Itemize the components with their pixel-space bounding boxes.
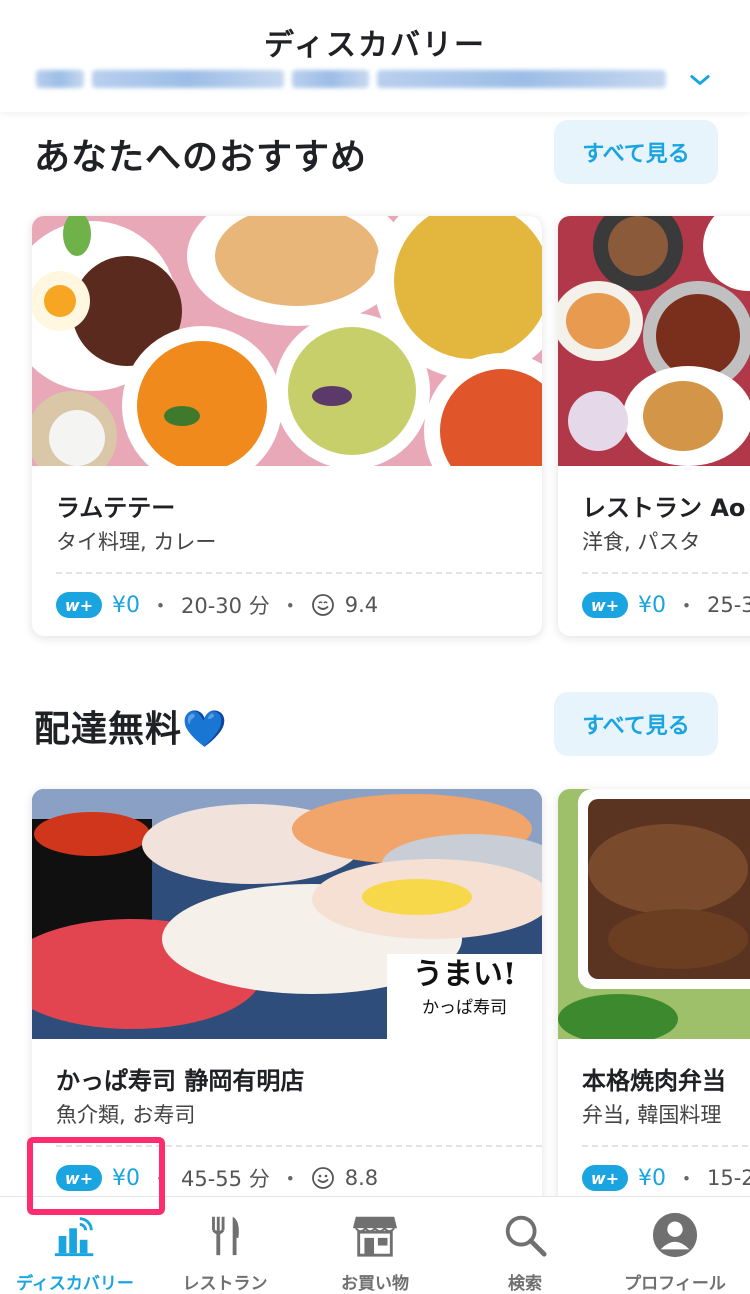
page-title: ディスカバリー <box>264 28 486 63</box>
restaurant-photo: うまい! かっぱ寿司 <box>32 789 542 1039</box>
nav-item-profile[interactable]: プロフィール <box>600 1197 750 1294</box>
divider <box>582 572 750 574</box>
rating: 8.8 <box>344 1166 379 1190</box>
restaurant-categories: 魚介類, お寿司 <box>56 1103 196 1127</box>
delivery-info: w+ ¥0 ・ 15-2 <box>582 1163 750 1193</box>
see-all-button[interactable]: すべて見る <box>554 692 718 756</box>
nav-label: お買い物 <box>341 1274 409 1294</box>
separator-dot: ・ <box>676 594 697 618</box>
restaurant-photo <box>558 216 750 466</box>
restaurant-name: レストラン Ao <box>582 494 746 522</box>
logo-slogan: うまい! <box>412 957 517 992</box>
delivery-time: 20-30 分 <box>181 594 270 618</box>
restaurant-photo <box>32 216 542 466</box>
nav-label: ディスカバリー <box>16 1274 134 1294</box>
discovery-icon <box>54 1217 94 1257</box>
rating: 9.4 <box>344 593 379 617</box>
separator-dot: ・ <box>676 1167 697 1191</box>
restaurant-categories: 弁当, 韓国料理 <box>582 1103 722 1127</box>
delivery-time: 25-3 <box>707 593 750 617</box>
nav-label: 検索 <box>508 1274 542 1294</box>
fork-knife-icon <box>212 1216 239 1256</box>
chevron-down-icon[interactable] <box>686 66 714 94</box>
divider <box>56 572 542 574</box>
divider <box>582 1145 750 1147</box>
restaurant-card[interactable]: レストラン Ao 洋食, パスタ w+ ¥0 ・ 25-3 <box>558 216 750 636</box>
wolt-plus-badge: w+ <box>582 1165 628 1191</box>
restaurant-name: 本格焼肉弁当 <box>582 1067 726 1095</box>
nav-label: レストラン <box>182 1274 268 1294</box>
restaurant-card[interactable]: 本格焼肉弁当 弁当, 韓国料理 w+ ¥0 ・ 15-2 <box>558 789 750 1209</box>
see-all-button[interactable]: すべて見る <box>554 120 718 184</box>
smiley-icon <box>311 594 334 616</box>
wolt-plus-badge: w+ <box>582 592 628 618</box>
restaurant-categories: 洋食, パスタ <box>582 530 701 554</box>
delivery-info: w+ ¥0 ・ 20-30 分 ・ 9.4 <box>56 590 378 620</box>
delivery-fee: ¥0 <box>112 592 140 618</box>
profile-icon <box>652 1212 698 1258</box>
logo-brand: かっぱ寿司 <box>422 998 507 1018</box>
separator-dot: ・ <box>279 1167 301 1191</box>
search-icon <box>505 1215 547 1257</box>
restaurant-photo <box>558 789 750 1039</box>
delivery-fee: ¥0 <box>638 592 666 618</box>
restaurant-card[interactable]: ラムテテー タイ料理, カレー w+ ¥0 ・ 20-30 分 ・ 9.4 <box>32 216 542 636</box>
kappa-sushi-logo: うまい! かっぱ寿司 <box>389 956 540 1037</box>
nav-label: プロフィール <box>624 1274 726 1294</box>
top-header: ディスカバリー <box>0 0 750 112</box>
nav-item-restaurants[interactable]: レストラン <box>150 1197 300 1294</box>
delivery-info: w+ ¥0 ・ 25-3 <box>582 590 750 620</box>
restaurant-categories: タイ料理, カレー <box>56 530 217 554</box>
section-title-free-delivery: 配達無料💙 <box>34 709 228 750</box>
nav-item-search[interactable]: 検索 <box>450 1197 600 1294</box>
separator-dot: ・ <box>150 594 171 618</box>
delivery-fee: ¥0 <box>638 1165 666 1191</box>
nav-item-shopping[interactable]: お買い物 <box>300 1197 450 1294</box>
restaurant-name: かっぱ寿司 静岡有明店 <box>56 1067 305 1095</box>
delivery-time: 15-2 <box>707 1166 750 1190</box>
separator-dot: ・ <box>279 594 301 618</box>
store-icon <box>352 1216 398 1257</box>
restaurant-name: ラムテテー <box>56 494 176 522</box>
delivery-time: 45-55 分 <box>181 1167 270 1191</box>
highlight-annotation-box <box>27 1137 165 1215</box>
wolt-plus-badge: w+ <box>56 592 102 618</box>
section-title-recommended: あなたへのおすすめ <box>34 137 368 178</box>
delivery-address-blurred[interactable] <box>36 68 666 90</box>
smiley-icon <box>311 1167 334 1189</box>
